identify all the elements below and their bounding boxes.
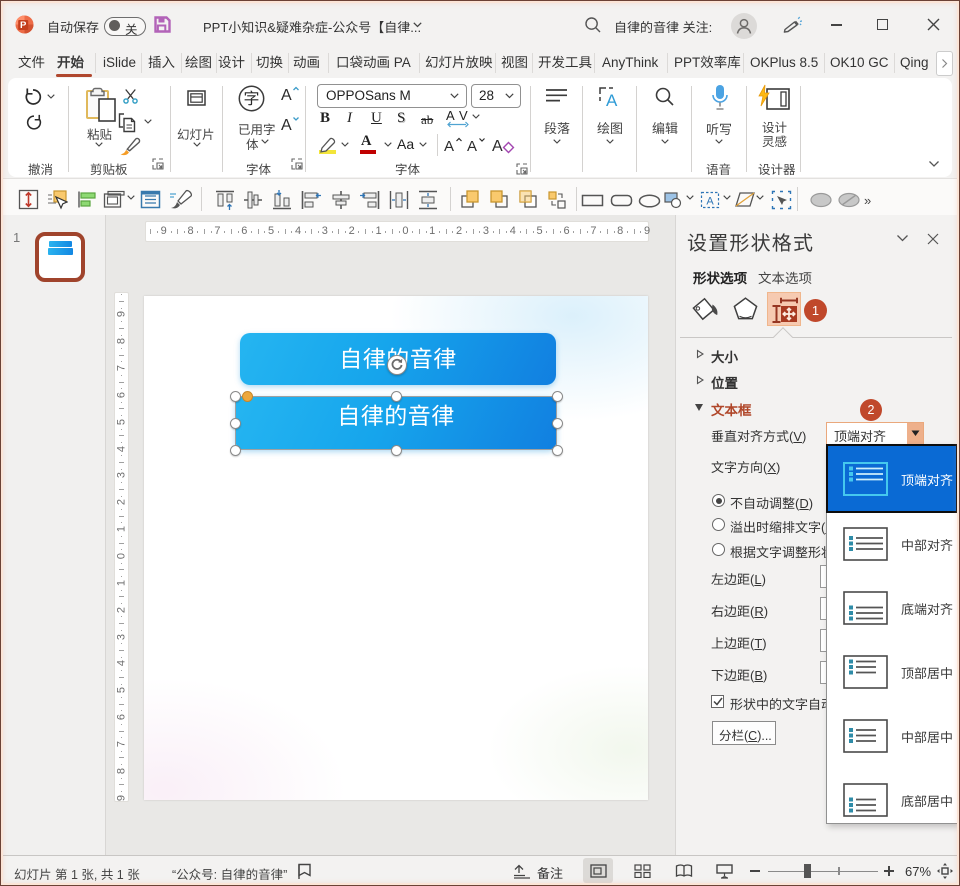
svg-text:A: A (281, 117, 292, 133)
svg-text:A: A (467, 138, 477, 154)
svg-text:A: A (281, 87, 292, 103)
svg-text:A: A (706, 196, 714, 208)
svg-text:P: P (20, 20, 27, 31)
svg-text:A: A (606, 91, 618, 108)
svg-text:A: A (492, 138, 503, 155)
svg-text:A: A (446, 108, 455, 123)
svg-text:V: V (459, 108, 468, 123)
svg-text:字: 字 (243, 85, 259, 109)
svg-text:A: A (444, 138, 454, 154)
